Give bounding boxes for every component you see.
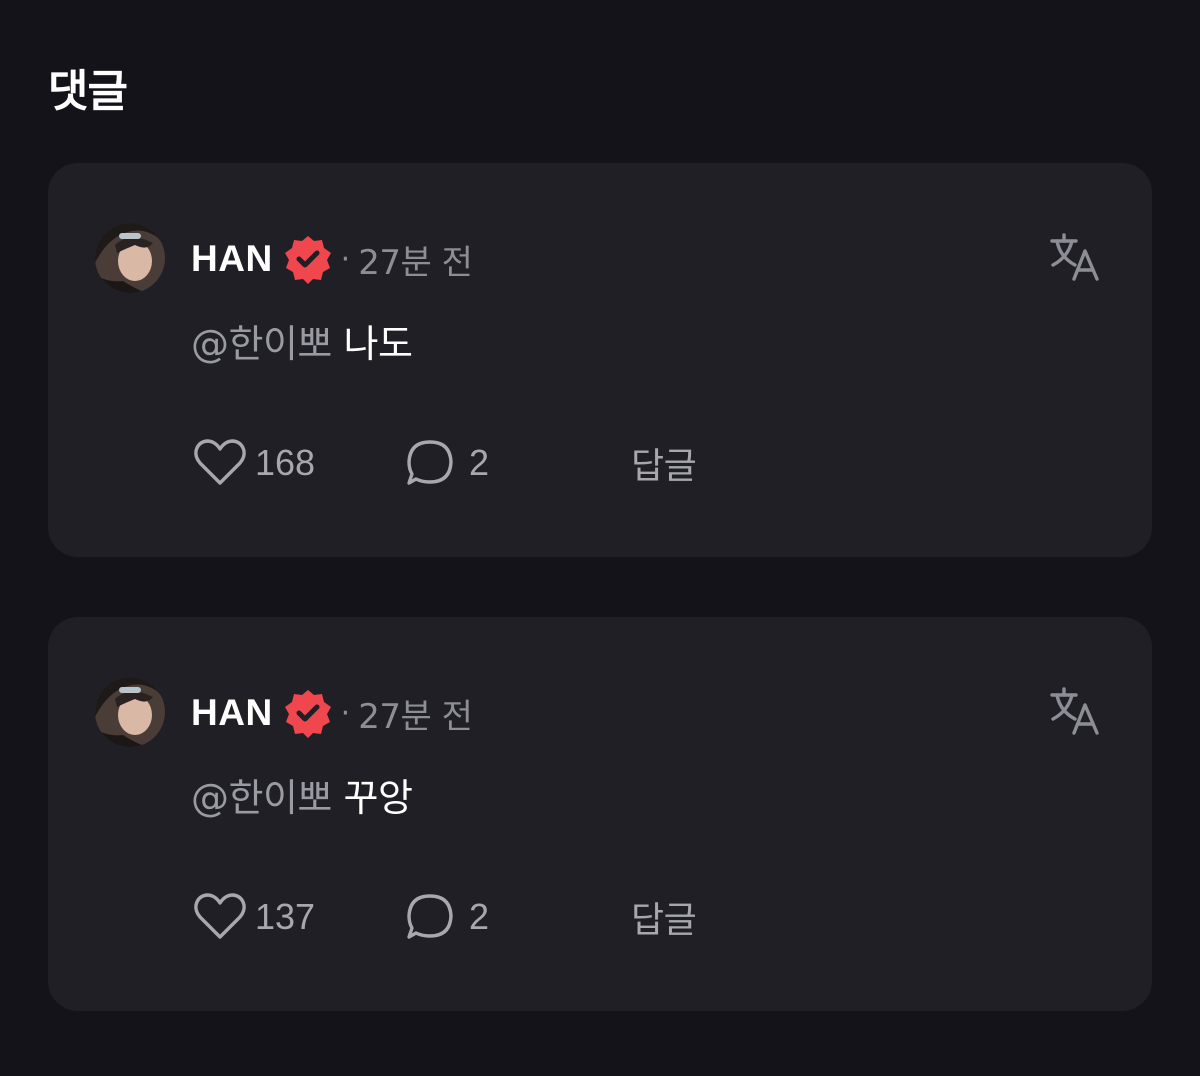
reply-button[interactable]: 답글 (631, 890, 697, 944)
reply-count: 2 (469, 896, 490, 937)
heart-icon (194, 439, 246, 485)
author-name[interactable]: HAN (191, 692, 273, 734)
speech-bubble-icon (407, 894, 453, 939)
reply-button[interactable]: 답글 (631, 436, 697, 490)
avatar[interactable] (95, 677, 165, 747)
like-count: 137 (255, 896, 316, 937)
like-count: 168 (255, 442, 316, 483)
comment-actions: 168 2 답글 (191, 436, 891, 490)
comment-text: @한이뽀 나도 (191, 316, 413, 372)
reply-label: 답글 (631, 900, 697, 941)
comment-text: @한이뽀 꾸앙 (191, 770, 413, 826)
speech-bubble-icon (407, 440, 453, 485)
mention-link[interactable]: @한이뽀 (191, 322, 332, 366)
separator-dot: · (340, 241, 351, 277)
comment-card: HAN · 27분 전 @한이뽀 꾸앙 137 2 답글 (48, 617, 1152, 1011)
reply-label: 답글 (631, 446, 697, 487)
comments-page: 댓글 HAN · 27분 전 @한이뽀 나도 168 2 답글 HAN · 27… (0, 0, 1200, 1076)
comment-content: 꾸앙 (343, 776, 413, 820)
comment-actions: 137 2 답글 (191, 890, 891, 944)
separator-dot: · (340, 695, 351, 731)
author-name[interactable]: HAN (191, 238, 273, 280)
translate-icon[interactable] (1048, 685, 1102, 739)
like-button[interactable]: 168 (193, 436, 315, 490)
avatar[interactable] (95, 223, 165, 293)
author-row: HAN · 27분 전 (191, 689, 473, 738)
comment-card: HAN · 27분 전 @한이뽀 나도 168 2 답글 (48, 163, 1152, 557)
reply-count: 2 (469, 442, 490, 483)
like-button[interactable]: 137 (193, 890, 315, 944)
replies-button[interactable]: 2 (405, 436, 489, 490)
translate-icon[interactable] (1048, 231, 1102, 285)
comment-content: 나도 (343, 322, 413, 366)
verified-badge-icon (284, 690, 331, 738)
timestamp: 27분 전 (358, 696, 473, 737)
replies-button[interactable]: 2 (405, 890, 489, 944)
verified-badge-icon (284, 236, 331, 284)
mention-link[interactable]: @한이뽀 (191, 776, 332, 820)
section-title: 댓글 (48, 66, 128, 117)
timestamp: 27분 전 (358, 242, 473, 283)
heart-icon (194, 893, 246, 939)
author-row: HAN · 27분 전 (191, 235, 473, 284)
